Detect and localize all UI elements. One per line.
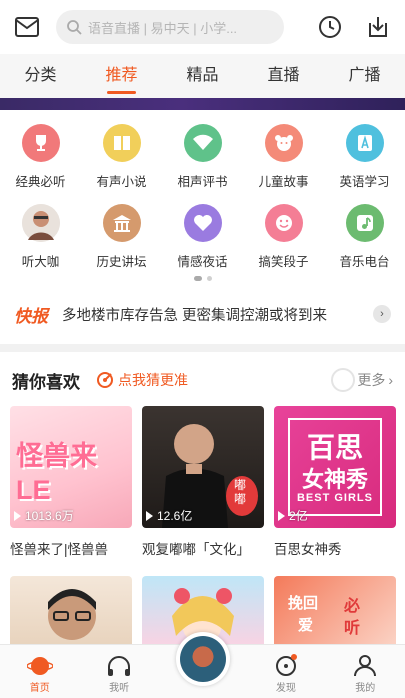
category-bigshot[interactable]: 听大咖 [0, 194, 81, 274]
fan-icon [183, 124, 222, 162]
cover-title-text: 怪兽来LE [16, 441, 97, 505]
banner-carousel[interactable] [0, 98, 405, 110]
category-label: 音乐电台 [339, 255, 390, 269]
bear-icon [264, 124, 303, 162]
user-icon [354, 655, 377, 677]
album-card[interactable]: 嘟嘟 12.6亿 观复嘟嘟「文化」 [142, 406, 264, 558]
book-icon [102, 124, 141, 162]
play-icon [278, 510, 285, 521]
recommend-cards: 怪兽来LE 1013.6万 怪兽来了|怪兽兽 嘟嘟 12.6亿 观复嘟嘟「文化」… [10, 406, 396, 558]
page-indicator [0, 276, 405, 281]
mail-icon[interactable] [12, 12, 42, 42]
compass-icon [275, 654, 297, 676]
cover-text: 必 [344, 598, 361, 615]
album-title: 怪兽来了|怪兽兽 [10, 542, 109, 557]
cover-text: 听 [344, 620, 361, 637]
planet-icon [26, 657, 53, 675]
category-music[interactable]: 音乐电台 [324, 194, 405, 274]
heart-icon [183, 204, 222, 242]
nav-home[interactable]: 首页 [0, 645, 79, 698]
category-history[interactable]: 历史讲坛 [81, 194, 162, 274]
chevron-right-icon: › [388, 372, 393, 388]
category-label: 相声评书 [177, 175, 228, 189]
music-note-icon [345, 204, 384, 242]
nav-mine[interactable]: 我的 [326, 645, 405, 698]
category-novel[interactable]: 有声小说 [81, 114, 162, 194]
play-count: 1013.6万 [14, 507, 74, 524]
trophy-icon [21, 124, 60, 162]
news-headline[interactable]: 多地楼市库存告急 更密集调控潮或将到来 [62, 304, 327, 325]
top-bar: 语音直播 | 易中天 | 小学... [0, 0, 405, 54]
album-cover[interactable]: 挽回 爱 必 听 [274, 576, 396, 646]
category-label: 儿童故事 [258, 175, 309, 189]
guess-button-label: 点我猜更准 [118, 372, 188, 388]
tab-bar: 分类 推荐 精品 直播 广播 [0, 54, 405, 98]
category-crosstalk[interactable]: 相声评书 [162, 114, 243, 194]
search-icon [67, 20, 82, 35]
tab-recommend[interactable]: 推荐 [105, 54, 138, 98]
category-funny[interactable]: 搞笑段子 [243, 194, 324, 274]
section-title: 猜你喜欢 [12, 372, 80, 392]
cover-english-text: BEST GIRLS [296, 492, 373, 504]
search-bar[interactable]: 语音直播 | 易中天 | 小学... [56, 10, 284, 44]
page-dot [193, 276, 202, 281]
category-classic[interactable]: 经典必听 [0, 114, 81, 194]
category-label: 有声小说 [96, 175, 147, 189]
cover-subtitle-text: 女神秀 [301, 467, 368, 492]
temple-icon [102, 204, 141, 242]
tab-radio[interactable]: 广播 [348, 54, 380, 98]
album-card[interactable]: 百思 女神秀 BEST GIRLS 2亿 百思女神秀 [274, 406, 396, 558]
headphones-icon [108, 656, 131, 676]
play-count: 2亿 [278, 507, 308, 524]
guess-header: 猜你喜欢 点我猜更准 更多 › [0, 360, 405, 400]
play-count: 12.6亿 [146, 507, 192, 524]
category-label: 经典必听 [15, 175, 66, 189]
more-label: 更多 [357, 372, 386, 388]
album-cover: 怪兽来LE 1013.6万 [10, 406, 132, 528]
category-label: 历史讲坛 [96, 255, 147, 269]
guess-better-button[interactable]: 点我猜更准 [96, 370, 188, 390]
tab-category[interactable]: 分类 [24, 54, 56, 98]
tab-live[interactable]: 直播 [267, 54, 299, 98]
smile-icon [264, 204, 303, 242]
more-link[interactable]: 更多 › [331, 368, 393, 392]
album-disc-icon [180, 636, 226, 682]
album-cover: 嘟嘟 12.6亿 [142, 406, 264, 528]
divider [0, 344, 405, 352]
page-dot [206, 276, 212, 281]
album-cover: 百思 女神秀 BEST GIRLS 2亿 [274, 406, 396, 528]
play-icon [146, 510, 153, 521]
category-kids[interactable]: 儿童故事 [243, 114, 324, 194]
category-english[interactable]: 英语学习 [324, 114, 405, 194]
cover-title-text: 百思 [306, 432, 363, 463]
chevron-right-icon[interactable]: › [373, 305, 391, 323]
album-title: 观复嘟嘟「文化」 [142, 542, 250, 557]
album-title: 百思女神秀 [274, 542, 342, 557]
category-emotion[interactable]: 情感夜话 [162, 194, 243, 274]
nav-listen[interactable]: 我听 [79, 645, 158, 698]
search-placeholder: 语音直播 | 易中天 | 小学... [88, 20, 238, 36]
cover-text: 挽回 [288, 595, 319, 612]
refresh-target-icon [97, 372, 113, 388]
now-playing-button[interactable] [176, 632, 230, 686]
avatar-icon [21, 204, 60, 242]
album-cover[interactable] [10, 576, 132, 646]
history-clock-icon[interactable] [315, 12, 345, 42]
download-icon[interactable] [363, 12, 393, 42]
category-label: 搞笑段子 [258, 255, 309, 269]
tab-premium[interactable]: 精品 [186, 54, 218, 98]
category-label: 英语学习 [339, 175, 390, 189]
album-card[interactable]: 怪兽来LE 1013.6万 怪兽来了|怪兽兽 [10, 406, 132, 558]
loading-ring-icon [331, 368, 356, 392]
category-grid: 经典必听 有声小说 相声评书 儿童故事 英语学习 听大咖 历史讲坛 情感夜话 搞… [0, 114, 405, 274]
cover-text: 爱 [298, 617, 314, 634]
play-icon [14, 510, 21, 521]
news-badge: 快报 [14, 306, 48, 326]
category-label: 情感夜话 [177, 255, 228, 269]
letter-a-icon [345, 124, 384, 162]
news-ticker[interactable]: 快报 多地楼市库存告急 更密集调控潮或将到来 › [0, 292, 405, 336]
nav-discover[interactable]: 发现 [246, 645, 325, 698]
cover-seal-text: 嘟嘟 [234, 478, 247, 507]
category-label: 听大咖 [21, 255, 60, 269]
